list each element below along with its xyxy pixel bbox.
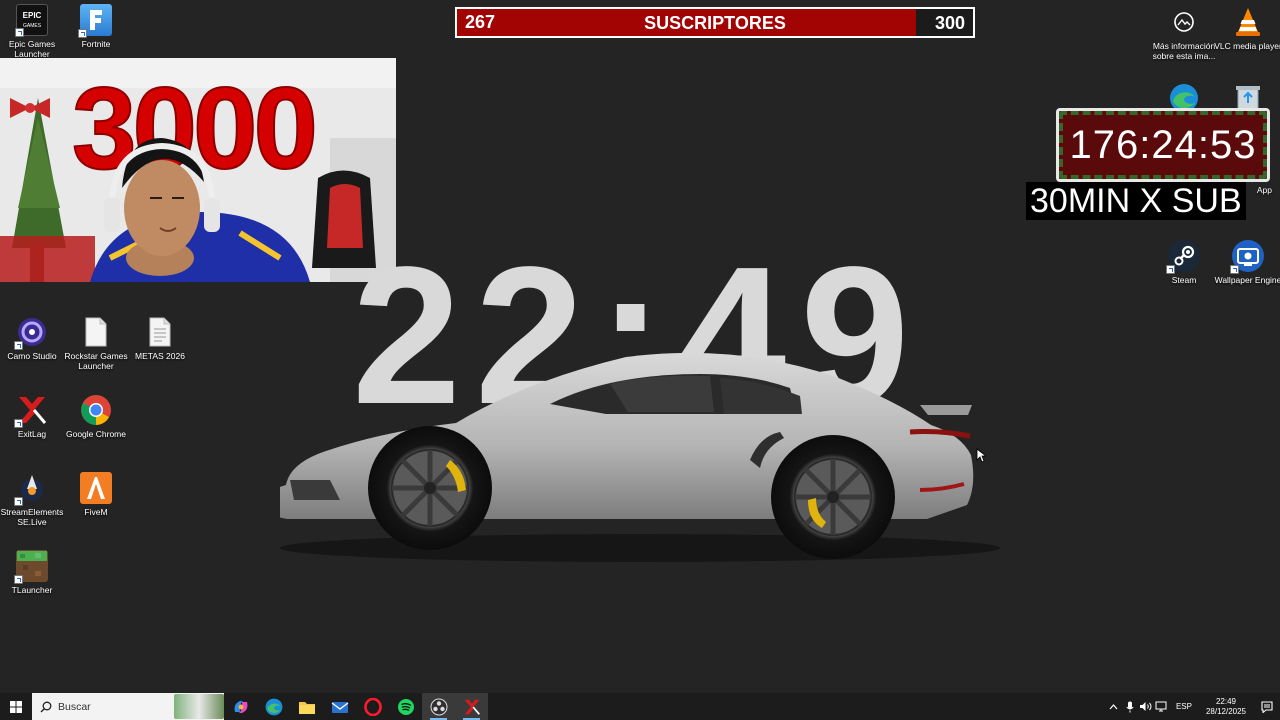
windows-logo-icon <box>10 700 22 713</box>
tray-volume[interactable] <box>1138 693 1154 720</box>
wallpaper-car-image <box>280 352 1000 562</box>
desktop-icon-label: FiveM <box>84 507 108 517</box>
desktop-icon-fortnite[interactable]: Fortnite <box>64 4 128 49</box>
desktop-icon-exitlag[interactable]: ExitLag <box>0 394 64 439</box>
system-tray: ESP 22:49 28/12/2025 <box>1106 693 1280 720</box>
desktop-icon-steam[interactable]: Steam <box>1152 240 1216 285</box>
desktop-icon-wallpaper-engine[interactable]: Wallpaper Engine <box>1215 240 1280 285</box>
spotify-icon <box>397 698 414 715</box>
tlauncher-icon <box>14 550 48 584</box>
minutes-per-sub-caption: 30MIN X SUB <box>1026 182 1246 220</box>
subathon-countdown: 176:24:53 <box>1056 108 1270 182</box>
vlc-icon <box>1232 6 1264 38</box>
svg-text:GAMES: GAMES <box>23 23 42 29</box>
tray-network[interactable] <box>1154 693 1170 720</box>
taskbar-app-exitlag[interactable] <box>455 693 488 720</box>
desktop-icon-more-info[interactable]: Más información sobre esta ima... <box>1152 6 1216 61</box>
subscriber-goal-title: SUSCRIPTORES <box>644 13 786 33</box>
taskbar-app-file-explorer[interactable] <box>290 693 323 720</box>
subscriber-goal-bar: 267 SUSCRIPTORES 300 <box>455 7 975 38</box>
epic-games-icon: EPIC GAMES <box>15 4 48 37</box>
obs-icon <box>430 698 447 715</box>
exitlag-icon <box>464 699 480 715</box>
desktop-icon-label: Fortnite <box>81 39 111 49</box>
search-icon <box>40 701 52 712</box>
exitlag-icon <box>14 394 48 428</box>
start-button[interactable] <box>0 693 32 720</box>
taskbar-app-edge[interactable] <box>257 693 290 720</box>
desktop-icon-label: ExitLag <box>17 429 47 439</box>
desktop-icon-label: Más información sobre esta ima... <box>1152 41 1216 61</box>
notification-icon <box>1261 700 1273 713</box>
desktop-icon-rockstar[interactable]: Rockstar Games Launcher <box>64 316 128 371</box>
taskbar-clock[interactable]: 22:49 28/12/2025 <box>1198 697 1254 717</box>
fortnite-icon <box>78 4 112 38</box>
svg-text:EPIC: EPIC <box>23 11 42 20</box>
microphone-icon <box>1126 701 1134 712</box>
taskbar-app-spotify[interactable] <box>389 693 422 720</box>
camo-studio-icon <box>14 316 48 350</box>
desktop-icon-label: TLauncher <box>11 585 53 595</box>
chrome-icon <box>80 394 112 426</box>
countdown-time: 176:24:53 <box>1069 122 1257 167</box>
desktop-icon-label: Rockstar Games Launcher <box>64 351 128 371</box>
desktop: EPIC GAMES Epic Games Launcher Fortnite C… <box>0 0 1280 693</box>
fivem-icon <box>80 472 112 504</box>
taskbar-search-box[interactable]: Buscar <box>32 693 224 720</box>
file-explorer-icon <box>298 701 315 714</box>
search-placeholder: Buscar <box>58 700 91 713</box>
desktop-icon-epic-games[interactable]: EPIC GAMES Epic Games Launcher <box>0 4 64 59</box>
desktop-icon-label: Camo Studio <box>7 351 57 361</box>
desktop-icon-label: Steam <box>1171 275 1197 285</box>
desktop-icon-chrome[interactable]: Google Chrome <box>64 394 128 439</box>
volume-icon <box>1140 702 1152 711</box>
desktop-icon-label: VLC media player <box>1214 41 1280 51</box>
desktop-icon-metas-2026[interactable]: METAS 2026 <box>128 316 192 361</box>
tray-microphone[interactable] <box>1122 693 1138 720</box>
taskbar-app-opera[interactable] <box>356 693 389 720</box>
desktop-icon-label: Epic Games Launcher <box>8 39 56 59</box>
mail-icon <box>331 701 348 713</box>
search-highlight-image <box>174 694 224 719</box>
chevron-up-icon <box>1109 703 1118 709</box>
mouse-cursor <box>976 448 986 463</box>
steam-icon <box>1166 240 1200 274</box>
taskbar-time: 22:49 <box>1215 696 1236 706</box>
taskbar: Buscar ESP 22:49 28/12/2025 <box>0 693 1280 720</box>
notification-center-button[interactable] <box>1254 693 1280 720</box>
desktop-icon-streamelements[interactable]: StreamElements SE.Live <box>0 472 64 527</box>
edge-icon <box>265 698 282 715</box>
desktop-icon-label: METAS 2026 <box>135 351 185 361</box>
network-icon <box>1155 701 1167 712</box>
tray-overflow-button[interactable] <box>1106 693 1122 720</box>
desktop-icon-fivem[interactable]: FiveM <box>64 472 128 517</box>
desktop-icon-vlc[interactable]: VLC media player <box>1214 6 1280 51</box>
webcam-overlay: 3000 <box>0 58 396 282</box>
streamelements-icon <box>14 472 48 506</box>
subscriber-goal-target: 300 <box>934 13 965 33</box>
taskbar-app-obs[interactable] <box>422 693 455 720</box>
taskbar-app-copilot[interactable] <box>224 693 257 720</box>
balloon-number: 3000 <box>72 63 314 193</box>
desktop-icon-label: Google Chrome <box>65 429 126 439</box>
webcam-feed-image: 3000 <box>0 58 396 282</box>
keyboard-language[interactable]: ESP <box>1170 702 1198 711</box>
opera-icon <box>363 697 382 716</box>
desktop-icon-label: Wallpaper Engine <box>1214 275 1280 285</box>
info-icon <box>1168 6 1200 38</box>
file-icon <box>80 316 112 348</box>
copilot-icon <box>234 700 247 713</box>
taskbar-date: 28/12/2025 <box>1205 706 1246 716</box>
taskbar-app-mail[interactable] <box>323 693 356 720</box>
desktop-icon-camo-studio[interactable]: Camo Studio <box>0 316 64 361</box>
file-icon <box>144 316 176 348</box>
desktop-icon-tlauncher[interactable]: TLauncher <box>0 550 64 595</box>
wallpaper-engine-icon <box>1230 240 1264 274</box>
desktop-icon-label: StreamElements SE.Live <box>0 507 64 527</box>
